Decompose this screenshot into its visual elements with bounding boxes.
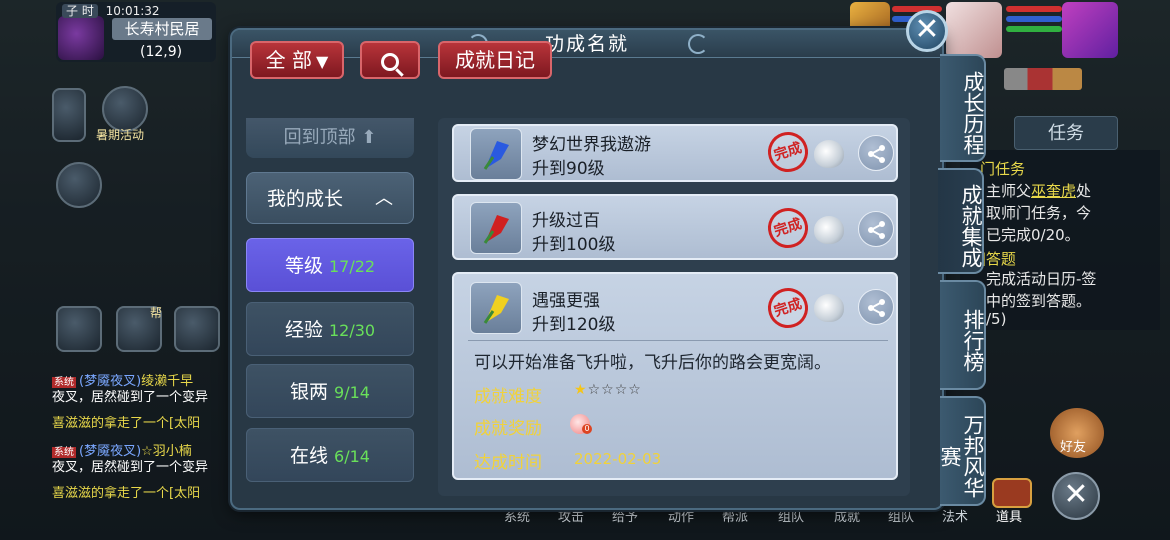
location-coords: (12,9) (140, 44, 183, 60)
blue-flower-icon (470, 128, 522, 180)
bottom-menu-item[interactable]: 法术 (942, 506, 968, 525)
share-button[interactable] (858, 211, 894, 247)
share-button[interactable] (858, 135, 894, 171)
chat-line: 喜滋滋的拿走了一个[太阳 (52, 416, 201, 431)
peach-icon (814, 294, 844, 322)
location-name: 长寿村民居 (112, 18, 212, 40)
diary-button[interactable]: 成就日记 (438, 41, 552, 79)
search-icon (381, 53, 399, 71)
chat-line: 夜叉，居然碰到了一个变异 (52, 390, 209, 405)
player-sp-bar (1006, 26, 1062, 32)
yellow-flower-icon (470, 282, 522, 334)
star-icon: ☆ (628, 382, 642, 398)
expand-arrow-icon[interactable] (52, 88, 86, 142)
category-header-my-growth[interactable]: 我的成长 ︿ (246, 172, 414, 224)
achievement-card[interactable]: 梦幻世界我遨游 升到90级 完成 (452, 124, 898, 182)
filter-dropdown[interactable]: 全 部 ▼ (250, 41, 344, 79)
chevron-up-icon: ︿ (375, 188, 393, 209)
peach-icon (814, 140, 844, 168)
completed-seal-icon: 完成 (762, 282, 814, 334)
chat-line: 系统 (梦魇夜叉)绫濑千早 (52, 374, 194, 389)
player-avatar[interactable] (58, 16, 104, 60)
close-menu-button[interactable]: ✕ (1052, 472, 1100, 520)
treasure-chest-icon[interactable] (992, 478, 1032, 508)
achievement-name: 梦幻世界我遨游 (532, 135, 651, 155)
pet-icon[interactable] (174, 306, 220, 352)
reward-badge: 0 (582, 424, 592, 434)
date-value: 2022-02-03 (574, 450, 662, 468)
peach-icon (814, 216, 844, 244)
achievement-desc: 升到90级 (532, 159, 605, 179)
achievement-name: 升级过百 (532, 211, 600, 231)
player-mp-bar (1006, 16, 1062, 22)
tab-quest[interactable]: 任务 (1014, 116, 1118, 150)
category-silver[interactable]: 银两 9/14 (246, 364, 414, 418)
quest-text: 已完成0/20。 (986, 226, 1080, 244)
detail-divider (468, 340, 888, 341)
tab-growth-history[interactable]: 成长历程 (940, 54, 986, 162)
quest-text: 完成活动日历-签 (986, 270, 1097, 288)
summer-event-label: 暑期活动 (96, 128, 145, 142)
swirl-ornament-icon (688, 34, 708, 54)
tab-achievement-collection[interactable]: 成就集成 (938, 168, 984, 274)
red-flower-icon (470, 202, 522, 254)
reward-label: 成就奖励 (474, 419, 542, 439)
items-label: 道具 (996, 510, 1023, 525)
completed-seal-icon: 完成 (762, 126, 814, 178)
shichen-label: 子 时 (62, 4, 98, 18)
clock-label: 10:01:32 (105, 4, 160, 18)
category-level[interactable]: 等级 17/22 (246, 238, 414, 292)
summon-avatar[interactable] (946, 2, 1002, 58)
star-icon: ★ (574, 382, 588, 398)
achievement-detail-description: 可以开始准备飞升啦，飞升后你的路会更宽阔。 (474, 353, 831, 373)
achievement-name: 遇强更强 (532, 291, 600, 311)
quest-text: 门任务 (980, 160, 1026, 178)
achievement-desc: 升到100级 (532, 235, 616, 255)
friends-label: 好友 (1060, 440, 1087, 455)
share-button[interactable] (858, 289, 894, 325)
tab-leaderboard[interactable]: 排行榜 (940, 280, 986, 390)
search-button[interactable] (360, 41, 420, 79)
chat-bubble-icon[interactable] (56, 306, 102, 352)
quest-text: 中的签到答题。 (986, 292, 1092, 310)
achievement-card[interactable]: 升级过百 升到100级 完成 (452, 194, 898, 260)
star-icon: ☆ (614, 382, 629, 398)
close-dialog-button[interactable]: ✕ (906, 10, 948, 52)
gang-label: 帮 (150, 306, 163, 320)
chat-line: 夜叉，居然碰到了一个变异 (52, 460, 209, 475)
back-to-top-button[interactable]: 回到顶部 ⬆ (246, 118, 414, 158)
quest-text: 主师父巫奎虎处 (986, 182, 1092, 200)
quest-text: /5) (986, 310, 1007, 328)
difficulty-label: 成就难度 (474, 387, 542, 407)
star-icon: ☆ (601, 382, 615, 398)
hero-avatar[interactable] (1062, 2, 1118, 58)
tab-wanbang-contest[interactable]: 万邦风华赛 (938, 396, 986, 506)
difficulty-stars: ★☆☆☆☆ (574, 382, 642, 398)
star-icon: ☆ (587, 382, 602, 398)
buff-icons[interactable] (1004, 68, 1082, 90)
chat-line: 喜滋滋的拿走了一个[太阳 (52, 486, 201, 501)
date-label: 达成时间 (474, 453, 542, 473)
player-hp-bar (1006, 6, 1062, 12)
category-experience[interactable]: 经验 12/30 (246, 302, 414, 356)
category-online[interactable]: 在线 6/14 (246, 428, 414, 482)
time-display: 子 时 10:01:32 (62, 2, 160, 19)
chevron-down-icon: ▼ (316, 52, 329, 71)
chat-line: 系统 (梦魇夜叉)☆羽小楠 (52, 444, 192, 459)
fullscreen-icon[interactable] (56, 162, 102, 208)
achievement-desc: 升到120级 (532, 315, 616, 335)
quest-text: 取师门任务，今 (986, 204, 1092, 222)
completed-seal-icon: 完成 (762, 202, 814, 254)
quest-text: ]答题 (980, 250, 1016, 268)
